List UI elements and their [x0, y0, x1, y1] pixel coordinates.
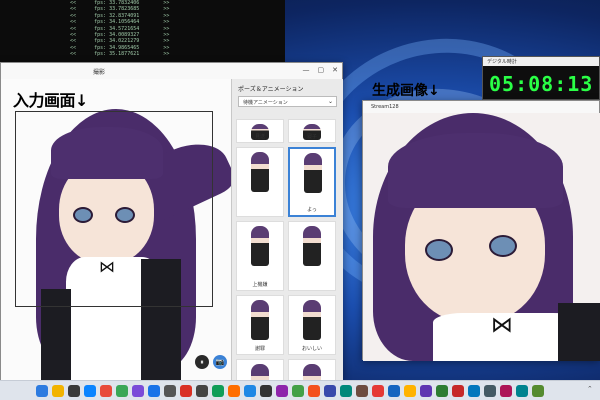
taskbar-app-icon[interactable]: [420, 385, 432, 397]
pose-thumbnail[interactable]: 見送: [236, 119, 284, 143]
tray-chevron-icon[interactable]: ^: [588, 386, 592, 392]
taskbar-app-icon[interactable]: [308, 385, 320, 397]
pose-thumbnail[interactable]: 上機嫌: [236, 221, 284, 291]
generated-image-label: 生成画像↓: [372, 83, 440, 99]
pose-thumbnail[interactable]: [288, 221, 336, 291]
pose-label: 見送: [254, 134, 265, 140]
taskbar-app-icon[interactable]: [356, 385, 368, 397]
pose-figure: [303, 364, 321, 380]
generated-window-title: Stream128: [371, 104, 399, 110]
close-button[interactable]: ✕: [332, 66, 338, 74]
taskbar-app-icon[interactable]: [500, 385, 512, 397]
pose-label: 謝罪: [254, 346, 265, 352]
pose-label: よっ: [307, 207, 317, 213]
clock-time: 05:08:13: [489, 72, 594, 96]
taskbar-app-icon[interactable]: [292, 385, 304, 397]
input-canvas: ⋈ 入力画面↓ ⏸ 📷: [1, 79, 231, 380]
pose-thumbnail[interactable]: [236, 147, 284, 217]
input-screen-label: 入力画面↓: [13, 91, 88, 110]
pose-label: おいしい: [301, 346, 322, 352]
pose-sidebar: ポーズ＆アニメーション 待機アニメーション ⌄ 見送 寝子よっ上機嫌謝罪 おいしい: [231, 79, 343, 380]
taskbar-app-icon[interactable]: [52, 385, 64, 397]
taskbar-app-icon[interactable]: [388, 385, 400, 397]
chevron-down-icon: ⌄: [327, 98, 333, 105]
generated-window: Stream128 ⋈: [362, 100, 600, 361]
taskbar-app-icon[interactable]: [180, 385, 192, 397]
generated-canvas: ⋈: [363, 113, 600, 361]
taskbar-app-icon[interactable]: [436, 385, 448, 397]
capture-window-titlebar[interactable]: 撮影 — ▢ ✕: [1, 63, 342, 79]
pause-button[interactable]: ⏸: [195, 355, 209, 369]
capture-window: 撮影 — ▢ ✕ ⋈ 入力画面↓ ⏸ 📷 ポーズ＆アニメーション 待機アニメーシ…: [0, 62, 343, 380]
pose-label: 寝子: [306, 134, 317, 140]
taskbar-app-icon[interactable]: [484, 385, 496, 397]
generated-window-titlebar[interactable]: Stream128: [363, 101, 599, 113]
taskbar-app-icon[interactable]: [404, 385, 416, 397]
pose-thumbnail[interactable]: [236, 359, 284, 380]
digital-clock-window: デジタル時計 05:08:13: [482, 56, 600, 100]
window-title: 撮影: [93, 69, 106, 76]
taskbar-app-icon[interactable]: [244, 385, 256, 397]
taskbar-app-icon[interactable]: [372, 385, 384, 397]
pose-figure: [303, 226, 321, 266]
console-window: << fps: 33.7832406 >> << fps: 33.7823685 …: [0, 0, 285, 62]
taskbar-app-icon[interactable]: [116, 385, 128, 397]
taskbar-app-icon[interactable]: [516, 385, 528, 397]
console-line: << fps: 35.1877621 >>: [70, 51, 170, 58]
taskbar-app-icon[interactable]: [340, 385, 352, 397]
taskbar-app-icon[interactable]: [228, 385, 240, 397]
pose-figure: [251, 300, 269, 340]
taskbar-app-icon[interactable]: [100, 385, 112, 397]
pose-thumbnail[interactable]: [288, 359, 336, 380]
pose-figure: [303, 300, 321, 340]
desktop: << fps: 33.7832406 >> << fps: 33.7823685 …: [0, 0, 600, 380]
pose-figure: [251, 152, 269, 192]
taskbar-app-icon[interactable]: [84, 385, 96, 397]
pose-thumbnail[interactable]: よっ: [288, 147, 336, 217]
pose-thumbnail[interactable]: おいしい: [288, 295, 336, 355]
taskbar: ^: [0, 380, 600, 400]
pose-sidebar-title: ポーズ＆アニメーション: [238, 86, 304, 93]
animation-dropdown-value: 待機アニメーション: [243, 100, 288, 106]
animation-dropdown[interactable]: 待機アニメーション ⌄: [238, 96, 337, 107]
pose-figure: [304, 153, 322, 193]
taskbar-app-icon[interactable]: [68, 385, 80, 397]
minimize-button[interactable]: —: [303, 66, 310, 74]
pose-thumbnail[interactable]: 謝罪: [236, 295, 284, 355]
clock-title: デジタル時計: [483, 57, 599, 66]
generated-character-image: ⋈: [363, 113, 600, 361]
taskbar-app-icon[interactable]: [324, 385, 336, 397]
taskbar-app-icon[interactable]: [36, 385, 48, 397]
taskbar-app-icon[interactable]: [468, 385, 480, 397]
taskbar-app-icon[interactable]: [260, 385, 272, 397]
taskbar-app-icon[interactable]: [276, 385, 288, 397]
taskbar-app-icon[interactable]: [196, 385, 208, 397]
pose-figure: [251, 364, 269, 380]
taskbar-app-icon[interactable]: [132, 385, 144, 397]
taskbar-app-icon[interactable]: [532, 385, 544, 397]
taskbar-app-icon[interactable]: [212, 385, 224, 397]
pose-label: 上機嫌: [252, 282, 268, 288]
maximize-button[interactable]: ▢: [318, 66, 325, 74]
pose-thumbnail[interactable]: 寝子: [288, 119, 336, 143]
taskbar-app-icon[interactable]: [452, 385, 464, 397]
taskbar-app-icon[interactable]: [164, 385, 176, 397]
camera-button[interactable]: 📷: [213, 355, 227, 369]
input-frame: [15, 111, 213, 307]
taskbar-app-icon[interactable]: [148, 385, 160, 397]
pose-figure: [251, 226, 269, 266]
